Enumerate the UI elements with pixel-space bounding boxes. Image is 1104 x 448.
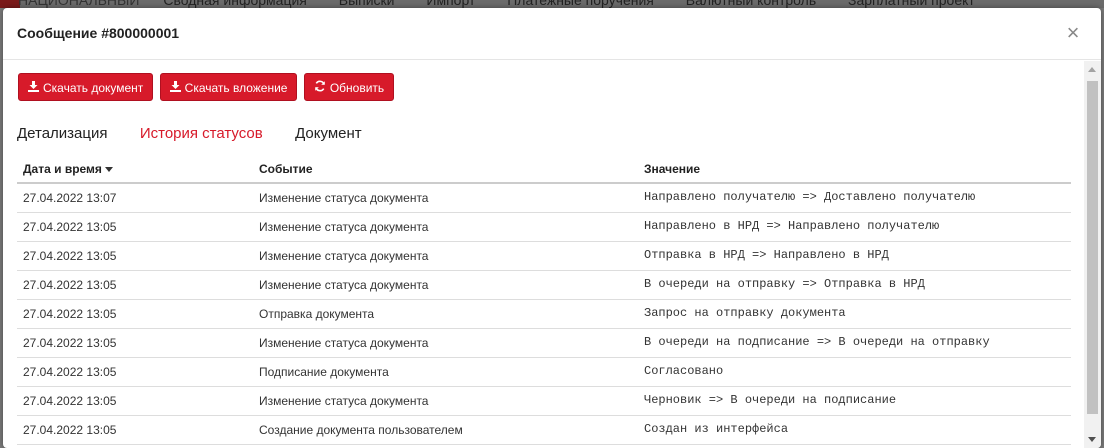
cell-value: Направлено получателю => Доставлено полу…	[644, 190, 976, 204]
download-document-label: Скачать документ	[43, 81, 144, 95]
tabs: Детализация История статусов Документ	[17, 125, 391, 142]
bg-nav-item-salary: Зарплатный проект	[848, 0, 975, 8]
cell-value: Запрос на отправку документа	[644, 306, 846, 320]
table-row[interactable]: 27.04.2022 13:05 Изменение статуса докум…	[17, 329, 1071, 358]
table-row[interactable]: 27.04.2022 13:05 Отправка документа Запр…	[17, 300, 1071, 329]
table-row[interactable]: 27.04.2022 13:05 Изменение статуса докум…	[17, 387, 1071, 416]
message-modal: Сообщение #800000001 × Скачать документ …	[3, 8, 1101, 448]
modal-body: Скачать документ Скачать вложение Обнови…	[3, 61, 1085, 448]
column-header-event[interactable]: Событие	[259, 162, 313, 176]
cell-datetime: 27.04.2022 13:05	[23, 220, 117, 234]
modal-header: Сообщение #800000001 ×	[3, 8, 1101, 60]
refresh-button[interactable]: Обновить	[303, 73, 395, 102]
scrollbar-thumb[interactable]	[1087, 81, 1098, 414]
cell-value: В очереди на подписание => В очереди на …	[644, 335, 990, 349]
cell-value: Отправка в НРД => Направлено в НРД	[644, 248, 889, 262]
cell-event: Изменение статуса документа	[259, 220, 429, 234]
download-attachment-label: Скачать вложение	[184, 81, 288, 95]
cell-value: Черновик => В очереди на подписание	[644, 393, 897, 407]
bg-nav-item-currency-control: Валютный контроль	[685, 0, 817, 8]
column-header-datetime[interactable]: Дата и время	[23, 162, 113, 176]
cell-event: Изменение статуса документа	[259, 278, 429, 292]
cell-value: Согласовано	[644, 364, 724, 378]
column-header-value[interactable]: Значение	[644, 162, 700, 176]
background-nav: НАЦИОНАЛЬНЫЙ Сводная информация Выписки …	[0, 0, 1104, 8]
refresh-icon	[314, 74, 326, 102]
table-header: Дата и время Событие Значение	[17, 158, 1071, 184]
cell-datetime: 27.04.2022 13:07	[23, 191, 117, 205]
column-header-datetime-label: Дата и время	[23, 162, 102, 176]
download-document-button[interactable]: Скачать документ	[18, 73, 154, 102]
scroll-down-icon[interactable]	[1088, 437, 1096, 442]
table-row[interactable]: 27.04.2022 13:05 Изменение статуса докум…	[17, 271, 1071, 300]
cell-value: Направлено в НРД => Направлено получател…	[644, 219, 940, 233]
bank-logo	[0, 0, 20, 8]
bg-nav-brand: НАЦИОНАЛЬНЫЙ	[18, 0, 140, 8]
cell-event: Изменение статуса документа	[259, 394, 429, 408]
cell-value: Создан из интерфейса	[644, 422, 789, 436]
cell-event: Подписание документа	[259, 365, 389, 379]
cell-event: Отправка документа	[259, 307, 375, 321]
cell-datetime: 27.04.2022 13:05	[23, 249, 117, 263]
tab-status-history[interactable]: История статусов	[140, 125, 263, 142]
scroll-up-icon[interactable]	[1088, 67, 1096, 72]
cell-datetime: 27.04.2022 13:05	[23, 278, 117, 292]
cell-datetime: 27.04.2022 13:05	[23, 336, 117, 350]
cell-datetime: 27.04.2022 13:05	[23, 307, 117, 321]
download-icon	[28, 74, 39, 102]
modal-title: Сообщение #800000001	[17, 25, 180, 41]
bg-nav-item-payments: Платежные поручения	[507, 0, 654, 8]
table-row[interactable]: 27.04.2022 13:05 Изменение статуса докум…	[17, 213, 1071, 242]
vertical-scrollbar[interactable]	[1084, 61, 1101, 448]
download-icon	[169, 74, 181, 102]
cell-event: Изменение статуса документа	[259, 249, 429, 263]
table-row[interactable]: 27.04.2022 13:05 Подписание документа Со…	[17, 358, 1071, 387]
close-icon[interactable]: ×	[1063, 22, 1083, 44]
status-history-table: Дата и время Событие Значение 27.04.2022…	[17, 158, 1071, 445]
cell-event: Изменение статуса документа	[259, 336, 429, 350]
cell-datetime: 27.04.2022 13:05	[23, 394, 117, 408]
bg-nav-item-summary: Сводная информация	[163, 0, 307, 8]
sort-desc-icon	[104, 167, 113, 173]
tab-document[interactable]: Документ	[295, 125, 362, 142]
toolbar: Скачать документ Скачать вложение Обнови…	[18, 73, 397, 101]
cell-datetime: 27.04.2022 13:05	[23, 423, 117, 437]
table-row[interactable]: 27.04.2022 13:05 Изменение статуса докум…	[17, 242, 1071, 271]
bg-nav-item-statements: Выписки	[338, 0, 395, 8]
download-attachment-button[interactable]: Скачать вложение	[159, 73, 298, 102]
tab-details[interactable]: Детализация	[17, 125, 108, 142]
table-row[interactable]: 27.04.2022 13:07 Изменение статуса докум…	[17, 184, 1071, 213]
cell-value: В очереди на отправку => Отправка в НРД	[644, 277, 925, 291]
cell-event: Изменение статуса документа	[259, 191, 429, 205]
bg-nav-item-import: Импорт	[426, 0, 476, 8]
cell-event: Создание документа пользователем	[259, 423, 463, 437]
refresh-label: Обновить	[329, 81, 385, 95]
cell-datetime: 27.04.2022 13:05	[23, 365, 117, 379]
